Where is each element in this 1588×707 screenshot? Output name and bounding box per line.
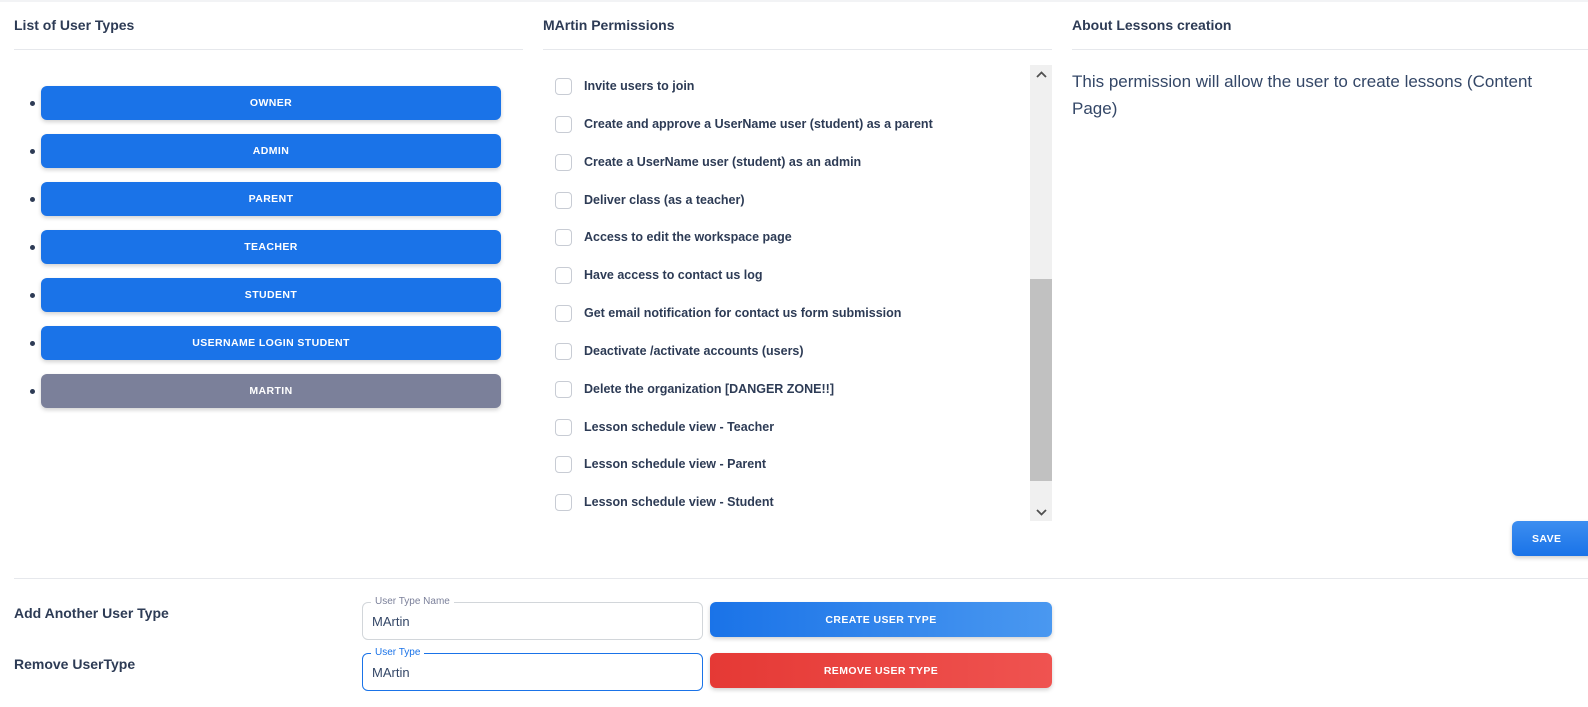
list-item: STUDENT [14,278,524,312]
about-divider [1072,49,1588,50]
permissions-scroll-area[interactable]: Invite users to join Create and approve … [543,65,1052,521]
permission-row[interactable]: Invite users to join [555,75,694,97]
permissions-divider [543,49,1052,50]
permissions-title: MArtin Permissions [543,17,675,33]
list-item: MARTIN [14,374,524,408]
permission-checkbox[interactable] [555,115,572,133]
permission-label: Get email notification for contact us fo… [584,306,902,320]
permission-row[interactable]: Lesson schedule view - Teacher [555,416,774,438]
user-type-button-teacher[interactable]: TEACHER [41,230,501,264]
permission-checkbox[interactable] [555,228,572,246]
bullet [30,389,35,394]
user-type-button-username-login-student[interactable]: USERNAME LOGIN STUDENT [41,326,501,360]
permission-checkbox[interactable] [555,77,572,95]
user-types-list: OWNER ADMIN PARENT TEACHER STUDENT USERN… [14,86,524,422]
permission-row[interactable]: Deactivate /activate accounts (users) [555,340,804,362]
permission-row[interactable]: Access to edit the workspace page [555,226,792,248]
permission-checkbox[interactable] [555,493,572,511]
user-type-button-martin[interactable]: MARTIN [41,374,501,408]
permission-checkbox[interactable] [555,304,572,322]
chevron-up-icon[interactable] [1030,65,1052,83]
bullet [30,293,35,298]
bullet [30,197,35,202]
list-item: TEACHER [14,230,524,264]
permission-label: Deliver class (as a teacher) [584,193,745,207]
permission-checkbox[interactable] [555,153,572,171]
user-type-button-student[interactable]: STUDENT [41,278,501,312]
permission-row[interactable]: Deliver class (as a teacher) [555,189,745,211]
permission-label: Lesson schedule view - Parent [584,457,767,471]
permission-label: Lesson schedule view - Student [584,495,774,509]
user-type-button-parent[interactable]: PARENT [41,182,501,216]
list-item: PARENT [14,182,524,216]
bullet [30,245,35,250]
list-item: OWNER [14,86,524,120]
bullet [30,341,35,346]
list-item: ADMIN [14,134,524,168]
user-type-name-input[interactable] [372,614,692,629]
permission-label: Delete the organization [DANGER ZONE!!] [584,382,835,396]
permission-checkbox[interactable] [555,266,572,284]
user-types-divider [14,49,523,50]
user-type-input[interactable] [372,665,692,680]
section-divider [14,578,1588,579]
permission-checkbox[interactable] [555,342,572,360]
permission-row[interactable]: Have access to contact us log [555,264,763,286]
save-button[interactable]: SAVE [1512,521,1588,556]
user-type-field[interactable]: User Type [362,647,703,691]
create-user-type-button[interactable]: CREATE USER TYPE [710,602,1052,637]
permission-checkbox[interactable] [555,418,572,436]
add-user-type-label: Add Another User Type [14,605,169,621]
permission-label: Create a UserName user (student) as an a… [584,155,862,169]
permission-checkbox[interactable] [555,380,572,398]
permission-label: Have access to contact us log [584,268,763,282]
top-border [0,0,1588,2]
permission-label: Access to edit the workspace page [584,230,792,244]
bullet [30,149,35,154]
permission-label: Create and approve a UserName user (stud… [584,117,933,131]
bullet [30,101,35,106]
permission-label: Deactivate /activate accounts (users) [584,344,804,358]
remove-user-type-button[interactable]: REMOVE USER TYPE [710,653,1052,688]
about-title: About Lessons creation [1072,17,1232,33]
permission-checkbox[interactable] [555,455,572,473]
field-legend: User Type [371,647,425,659]
permission-row[interactable]: Lesson schedule view - Parent [555,453,766,475]
permissions-scrollbar[interactable] [1030,65,1052,521]
list-item: USERNAME LOGIN STUDENT [14,326,524,360]
chevron-down-icon[interactable] [1030,503,1052,521]
permission-row[interactable]: Create and approve a UserName user (stud… [555,113,933,135]
field-legend: User Type Name [371,596,454,608]
permission-description: This permission will allow the user to c… [1072,72,1533,118]
user-type-button-admin[interactable]: ADMIN [41,134,501,168]
permission-checkbox[interactable] [555,191,572,209]
remove-user-type-label: Remove UserType [14,656,136,672]
scrollbar-thumb[interactable] [1030,279,1052,481]
user-type-name-field[interactable]: User Type Name [362,596,703,640]
permission-label: Lesson schedule view - Teacher [584,420,775,434]
permission-label: Invite users to join [584,79,695,93]
user-type-button-owner[interactable]: OWNER [41,86,501,120]
permission-row[interactable]: Lesson schedule view - Student [555,491,774,513]
permission-row[interactable]: Get email notification for contact us fo… [555,302,901,324]
permission-row[interactable]: Delete the organization [DANGER ZONE!!] [555,378,834,400]
user-types-title: List of User Types [14,17,135,33]
permission-row[interactable]: Create a UserName user (student) as an a… [555,151,861,173]
